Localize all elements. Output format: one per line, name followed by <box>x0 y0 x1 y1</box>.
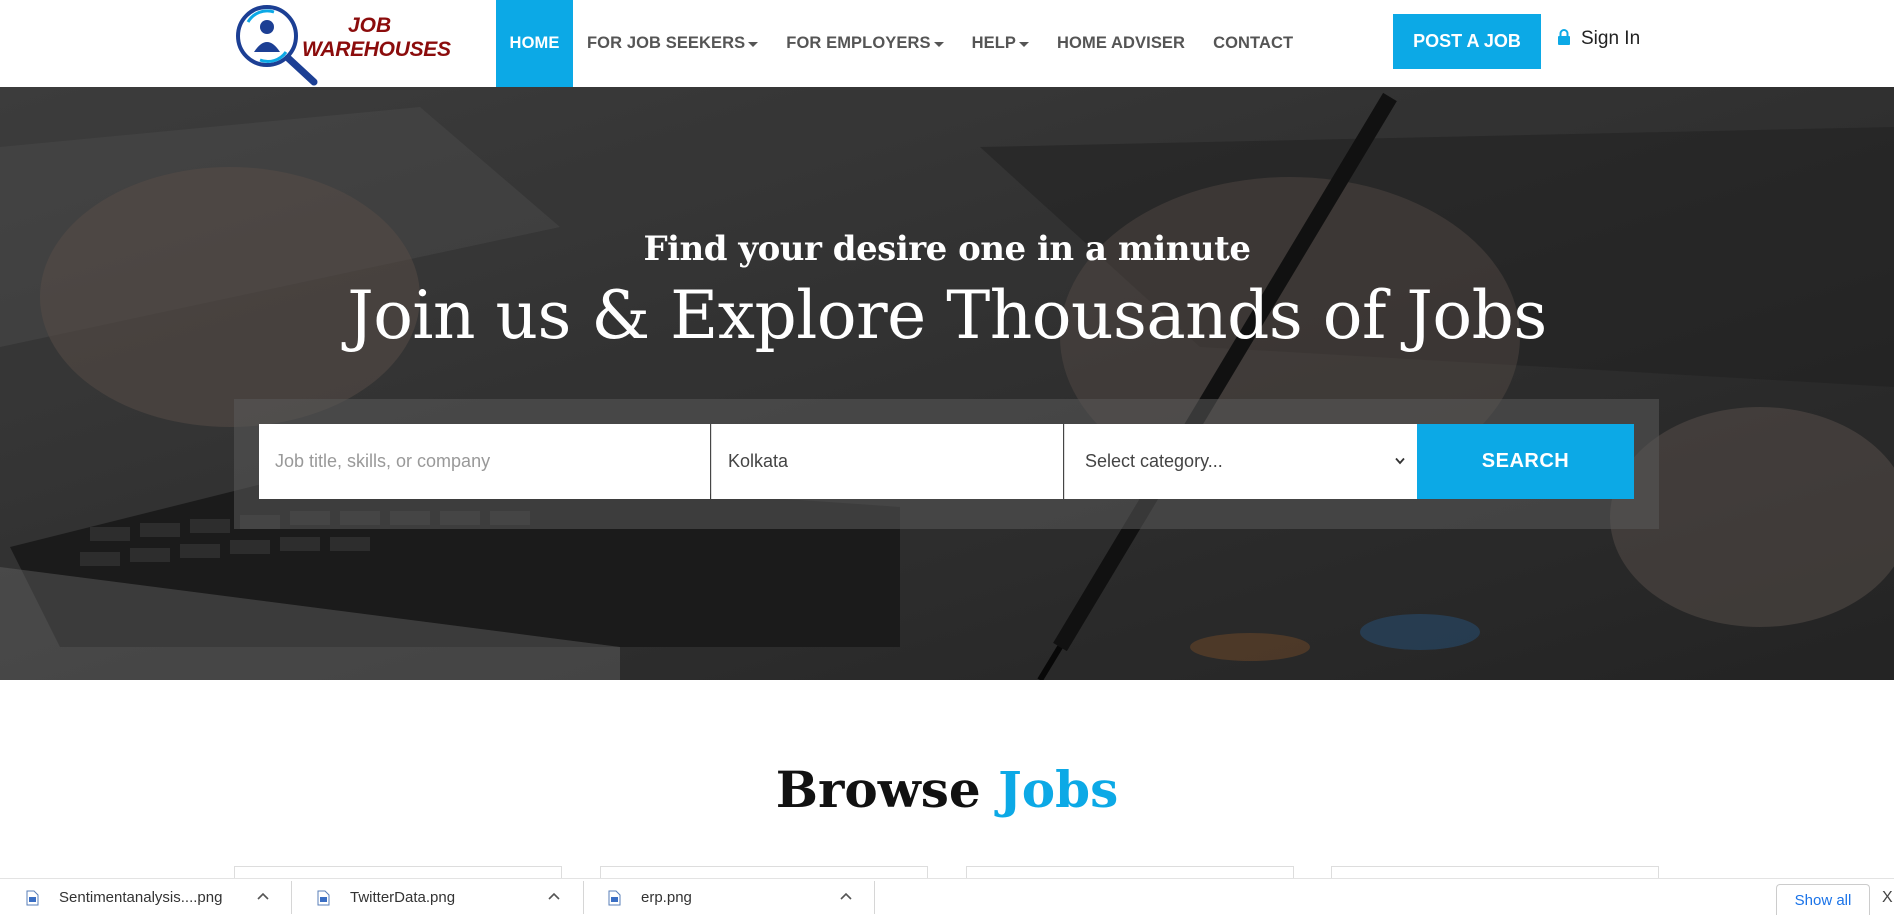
sign-in-label: Sign In <box>1581 28 1641 49</box>
caret-down-icon <box>1019 42 1030 47</box>
hero-subtitle: Find your desire one in a minute <box>643 229 1251 269</box>
caret-down-icon <box>748 42 759 47</box>
keyword-search-input[interactable] <box>259 424 710 499</box>
post-a-job-button[interactable]: POST A JOB <box>1393 14 1541 69</box>
nav-home[interactable]: HOME <box>496 0 573 87</box>
download-item[interactable]: Sentimentanalysis....png <box>26 879 222 915</box>
image-file-icon <box>608 890 621 905</box>
nav-contact[interactable]: CONTACT <box>1199 0 1307 87</box>
browse-heading-accent: Jobs <box>998 760 1119 819</box>
image-file-icon <box>26 890 39 905</box>
nav-help[interactable]: HELP <box>958 0 1043 87</box>
download-divider <box>583 881 584 914</box>
download-filename: TwitterData.png <box>350 889 456 906</box>
nav-for-job-seekers[interactable]: FOR JOB SEEKERS <box>573 0 772 87</box>
job-search-form: Select category... SEARCH <box>234 399 1659 529</box>
chevron-up-icon[interactable] <box>548 892 560 900</box>
hero-title: Join us & Explore Thousands of Jobs <box>347 277 1547 354</box>
caret-down-icon <box>933 42 944 47</box>
hero-background-image <box>0 87 1894 680</box>
sign-in-link[interactable]: Sign In <box>1557 24 1640 54</box>
lock-icon <box>1558 29 1570 45</box>
nav-for-employers-label: FOR EMPLOYERS <box>786 34 931 52</box>
download-filename: erp.png <box>641 889 692 906</box>
show-all-downloads-button[interactable]: Show all <box>1776 884 1870 915</box>
main-nav: HOME FOR JOB SEEKERS FOR EMPLOYERS HELP … <box>496 0 1307 87</box>
browse-jobs-heading: Browse Jobs <box>0 760 1894 819</box>
hero-section: Find your desire one in a minute Join us… <box>0 87 1894 680</box>
chevron-down-icon <box>1395 457 1405 465</box>
category-select-value: Select category... <box>1085 451 1223 471</box>
chevron-up-icon[interactable] <box>840 892 852 900</box>
search-button[interactable]: SEARCH <box>1417 424 1634 499</box>
close-download-bar-button[interactable]: X <box>1882 889 1893 907</box>
download-divider <box>291 881 292 914</box>
logo-text-line1: JOB <box>348 14 392 37</box>
nav-home-adviser[interactable]: HOME ADVISER <box>1043 0 1199 87</box>
nav-for-job-seekers-label: FOR JOB SEEKERS <box>587 34 746 52</box>
logo-text-line2: WAREHOUSES <box>302 38 451 61</box>
download-filename: Sentimentanalysis....png <box>59 889 223 906</box>
nav-home-label: HOME <box>509 34 560 52</box>
download-item[interactable]: erp.png <box>608 879 692 915</box>
site-logo[interactable]: JOB WAREHOUSES <box>234 0 451 86</box>
nav-contact-label: CONTACT <box>1213 34 1294 52</box>
download-divider <box>874 881 875 914</box>
download-bar: Sentimentanalysis....png TwitterData.png… <box>0 878 1894 915</box>
nav-home-adviser-label: HOME ADVISER <box>1057 34 1186 52</box>
download-item[interactable]: TwitterData.png <box>317 879 455 915</box>
chevron-up-icon[interactable] <box>257 892 269 900</box>
nav-for-employers[interactable]: FOR EMPLOYERS <box>772 0 957 87</box>
category-select[interactable]: Select category... <box>1064 424 1417 499</box>
image-file-icon <box>317 890 330 905</box>
nav-help-label: HELP <box>971 34 1017 52</box>
site-header: JOB WAREHOUSES HOME FOR JOB SEEKERS FOR … <box>0 0 1894 87</box>
browse-heading-plain: Browse <box>775 760 981 819</box>
location-input[interactable] <box>711 424 1063 499</box>
